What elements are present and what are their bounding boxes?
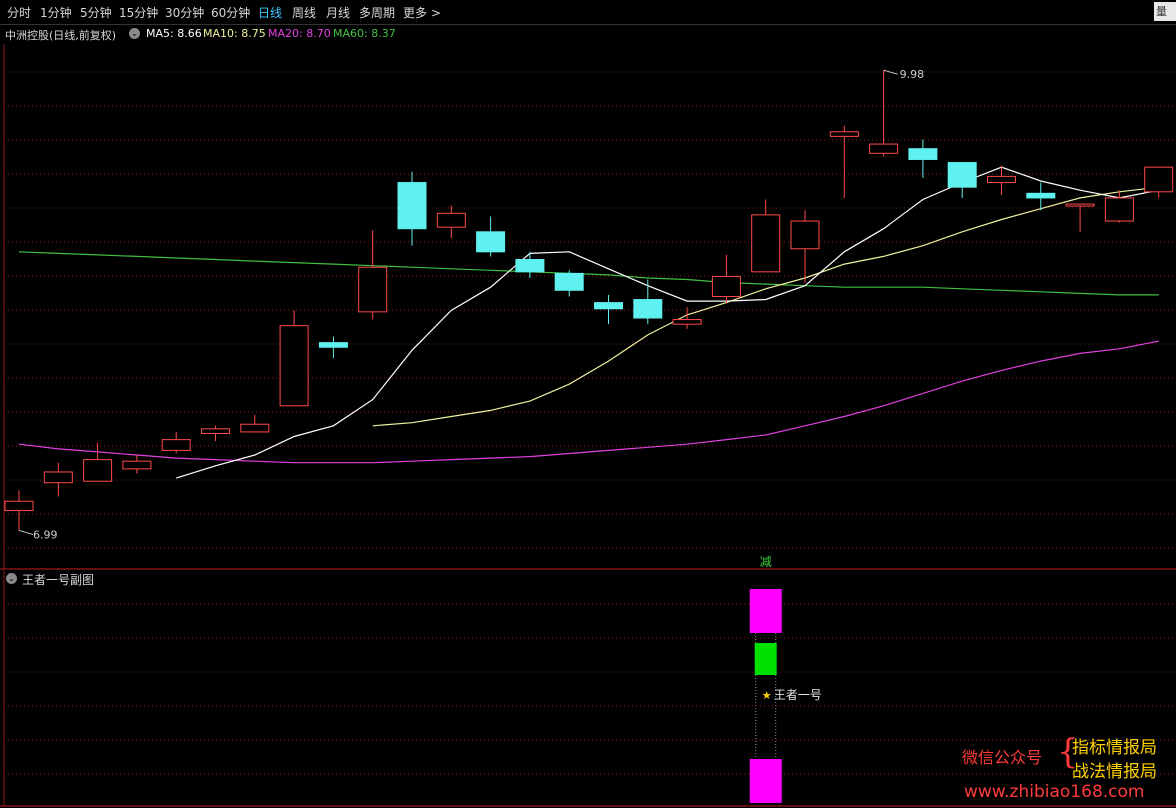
candle-body: [908, 148, 938, 160]
candle: [987, 165, 1016, 195]
candle: [4, 490, 34, 531]
period-tab-daily[interactable]: 日线: [258, 4, 282, 21]
signal-top-bar: [749, 589, 782, 633]
candle-body: [436, 212, 466, 228]
candle: [947, 162, 977, 198]
reduce-marker: 减: [760, 555, 772, 569]
watermark-wechat-label: 微信公众号: [962, 748, 1043, 767]
candle-body: [1104, 197, 1134, 222]
candle: [358, 230, 388, 320]
low-pointer: [18, 529, 34, 535]
candle: [751, 199, 781, 273]
candle-body: [201, 428, 230, 434]
candle-body: [672, 319, 702, 325]
candle: [1065, 203, 1095, 232]
candle: [397, 171, 427, 246]
candle: [161, 431, 191, 454]
candle: [594, 294, 623, 325]
candle: [476, 216, 506, 257]
period-tab-60min[interactable]: 60分钟: [211, 4, 250, 21]
candle: [43, 462, 73, 497]
candle-body: [1144, 166, 1174, 193]
candle-body: [318, 342, 348, 348]
candle-body: [594, 302, 623, 310]
candle-body: [1065, 203, 1095, 207]
candlestick-chart[interactable]: 9.98 6.99 减: [0, 24, 1176, 572]
candle-body: [869, 143, 899, 154]
period-tab-30min[interactable]: 30分钟: [165, 4, 204, 21]
candle-body: [515, 259, 545, 273]
candle: [436, 205, 466, 238]
candle: [1144, 166, 1174, 198]
candle-body: [4, 500, 34, 511]
candle-body: [397, 182, 427, 230]
candle: [515, 251, 545, 278]
candle-body: [279, 325, 309, 407]
candle: [829, 125, 859, 198]
candle-body: [240, 423, 270, 433]
signal-label: 王者一号: [774, 688, 822, 702]
period-tab-15min[interactable]: 15分钟: [119, 4, 158, 21]
ma5-line: [176, 166, 1159, 479]
candle: [1104, 190, 1134, 223]
ma60-line: [18, 251, 1159, 296]
candle-body: [711, 275, 741, 297]
candle-body: [358, 266, 388, 313]
signal-green-bar: [754, 643, 777, 675]
period-tab-1min[interactable]: 1分钟: [40, 4, 72, 21]
high-pointer: [883, 69, 898, 75]
candle: [554, 270, 584, 297]
indicator-subchart[interactable]: ★ 王者一号: [0, 570, 1176, 808]
candle: [240, 414, 270, 433]
period-tab-5min[interactable]: 5分钟: [80, 4, 112, 21]
candle-body: [829, 131, 859, 137]
period-tab-multi[interactable]: 多周期: [359, 4, 395, 21]
period-tab-more[interactable]: 更多 >: [403, 4, 441, 21]
candle: [318, 336, 348, 359]
candle-body: [987, 175, 1016, 184]
candle-body: [554, 272, 584, 291]
candle: [83, 442, 113, 482]
candle: [201, 425, 230, 442]
candle-body: [83, 459, 113, 482]
candle-body: [476, 231, 506, 253]
candle: [122, 455, 152, 474]
candle-body: [122, 460, 152, 470]
chevron-down-icon[interactable]: ⌄: [6, 573, 17, 584]
star-icon: ★: [762, 689, 772, 702]
candle-body: [1026, 192, 1056, 199]
high-price-label: 9.98: [900, 68, 925, 81]
candle: [633, 279, 663, 325]
candle: [279, 310, 309, 407]
candle-body: [751, 214, 781, 273]
period-tab-monthly[interactable]: 月线: [326, 4, 350, 21]
candle: [869, 70, 899, 157]
candle-body: [790, 220, 820, 250]
candle: [790, 210, 820, 283]
candle-body: [947, 162, 977, 188]
candle: [711, 254, 741, 303]
candle: [908, 139, 938, 178]
period-tab-fenshi[interactable]: 分时: [7, 4, 31, 21]
period-tab-weekly[interactable]: 周线: [292, 4, 316, 21]
volume-corner-button[interactable]: 量: [1154, 2, 1176, 21]
period-toolbar: 分时 1分钟 5分钟 15分钟 30分钟 60分钟 日线 周线 月线 多周期 更…: [0, 0, 1176, 25]
candle-body: [43, 471, 73, 484]
candle-body: [161, 439, 191, 451]
candle-body: [633, 299, 663, 319]
subchart-title: 王者一号副图: [22, 573, 95, 587]
watermark-name-1: 指标情报局: [1072, 738, 1157, 758]
watermark-url: www.zhibiao168.com: [964, 782, 1145, 802]
watermark-name-2: 战法情报局: [1072, 762, 1157, 782]
signal-bottom-bar: [749, 759, 782, 803]
low-price-label: 6.99: [33, 528, 58, 541]
